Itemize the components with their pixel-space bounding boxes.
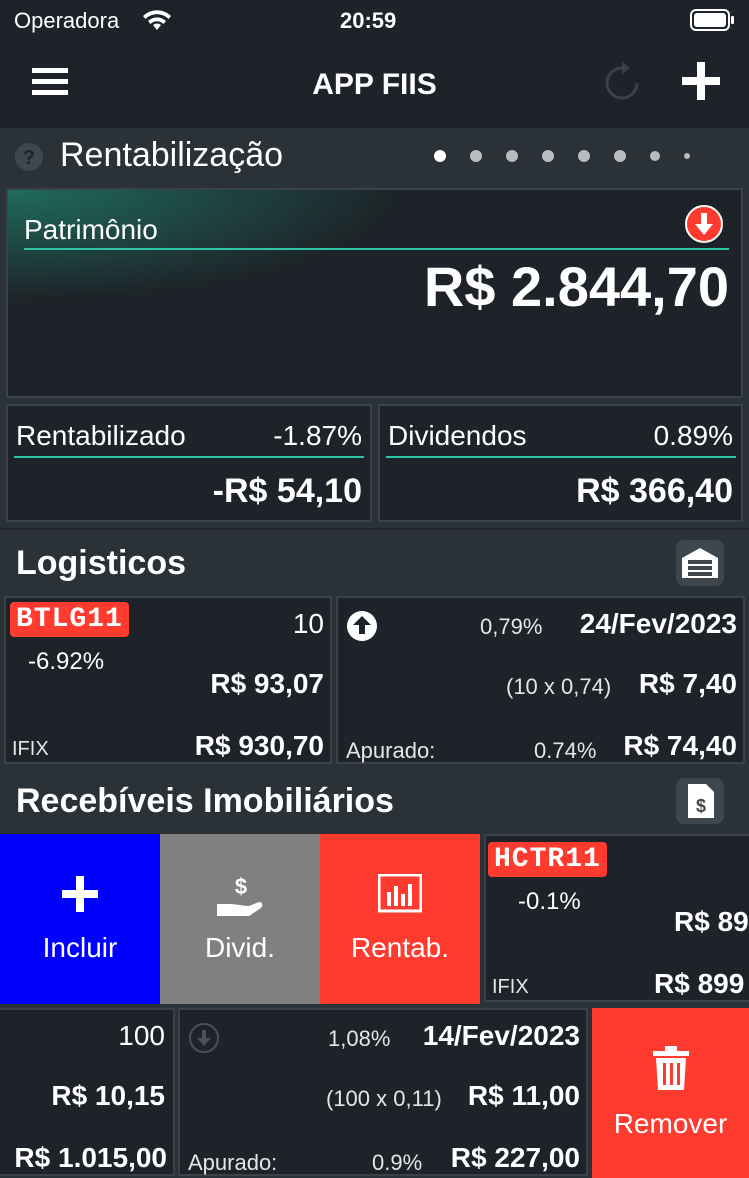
apurado-value: R$ 74,40 xyxy=(623,730,737,761)
arrow-down-icon xyxy=(189,1023,219,1053)
div-date: 24/Fev/2023 xyxy=(579,608,737,639)
page-dot xyxy=(614,150,626,162)
document-money-icon[interactable]: $ xyxy=(676,778,724,824)
quantity: 100 xyxy=(118,1020,165,1051)
status-bar: Operadora 20:59 xyxy=(0,0,749,44)
page-dot xyxy=(470,150,482,162)
dividendos-value: R$ 366,40 xyxy=(576,472,733,510)
btlg11-card[interactable]: BTLG11 10 -6.92% R$ 93,07 IFIX R$ 930,70 xyxy=(4,596,332,764)
div-pct: 0,79% xyxy=(480,614,543,639)
page-dot xyxy=(578,150,590,162)
price: R$ 93,07 xyxy=(210,668,324,699)
plus-icon[interactable] xyxy=(682,62,720,100)
dividendos-card[interactable]: Dividendos 0.89% R$ 366,40 xyxy=(378,404,743,522)
rentab-label: Rentab. xyxy=(350,932,450,963)
index-label: IFIX xyxy=(492,976,529,998)
div-pct: 1,08% xyxy=(328,1026,391,1051)
page-dot xyxy=(650,151,660,161)
arrow-down-icon xyxy=(685,205,723,243)
svg-text:$: $ xyxy=(235,874,247,899)
rentabilizado-value: -R$ 54,10 xyxy=(212,472,362,510)
hctr11-dividend-card[interactable]: 1,08% 14/Fev/2023 (100 x 0,11) R$ 11,00 … xyxy=(178,1008,588,1176)
help-icon[interactable]: ? xyxy=(14,142,44,172)
section-title: Logisticos xyxy=(16,544,187,582)
patrimonio-label: Patrimônio xyxy=(24,214,158,245)
apurado-pct: 0.74% xyxy=(534,738,597,763)
patrimonio-card[interactable]: Patrimônio R$ 2.844,70 xyxy=(6,188,743,398)
dividendos-button[interactable]: $ Divid. xyxy=(160,834,320,1004)
rentabilizado-card[interactable]: Rentabilizado -1.87% -R$ 54,10 xyxy=(6,404,372,522)
rentabilizado-label: Rentabilizado xyxy=(16,420,186,451)
dividendos-pct: 0.89% xyxy=(653,420,733,451)
refresh-icon[interactable] xyxy=(602,60,642,104)
nav-bar: APP FIIS xyxy=(0,44,749,128)
section-title: Recebíveis Imobiliários xyxy=(16,782,394,820)
apurado-pct: 0.9% xyxy=(372,1150,423,1175)
ticker-badge: HCTR11 xyxy=(488,842,607,877)
page-indicator[interactable] xyxy=(434,150,690,162)
btlg11-dividend-card[interactable]: 24/Fev/2023 0,79% (10 x 0,74) R$ 7,40 Ap… xyxy=(336,596,745,764)
rentabilidade-button[interactable]: Rentab. xyxy=(320,834,480,1004)
rentabilizacao-header: ? Rentabilização xyxy=(0,128,749,184)
apurado-value: R$ 227,00 xyxy=(450,1142,580,1173)
recebiveis-header: Recebíveis Imobiliários $ xyxy=(0,768,749,834)
divider xyxy=(24,248,729,250)
price: R$ 10,15 xyxy=(51,1080,165,1111)
total: R$ 1.015,00 xyxy=(14,1142,167,1173)
incluir-button[interactable]: Incluir xyxy=(0,834,160,1004)
div-value: R$ 11,00 xyxy=(467,1080,580,1111)
position-card[interactable]: 100 R$ 10,15 R$ 1.015,00 xyxy=(0,1008,175,1176)
divid-label: Divid. xyxy=(204,932,275,963)
divider xyxy=(386,456,736,458)
section-title: Rentabilização xyxy=(60,136,284,174)
page-dot xyxy=(434,150,446,162)
hand-money-icon: $ xyxy=(217,874,263,916)
incluir-label: Incluir xyxy=(42,932,118,963)
arrow-up-icon xyxy=(347,611,377,641)
page-dot xyxy=(542,150,554,162)
apurado-label: Apurado: xyxy=(188,1150,278,1175)
carrier-label: Operadora xyxy=(14,8,120,33)
ticker-badge: BTLG11 xyxy=(10,602,129,637)
patrimonio-value: R$ 2.844,70 xyxy=(423,255,729,318)
change-pct: -6.92% xyxy=(28,648,105,675)
wifi-icon xyxy=(143,10,171,30)
price: R$ 89 xyxy=(674,906,749,937)
remover-label: Remover xyxy=(613,1108,728,1139)
svg-text:?: ? xyxy=(23,147,35,169)
trash-icon xyxy=(652,1046,689,1090)
battery-icon xyxy=(690,9,734,31)
div-calc: (10 x 0,74) xyxy=(506,674,612,699)
hctr11-card[interactable]: HCTR11 -0.1% R$ 89 IFIX R$ 899 xyxy=(484,834,749,1002)
bar-chart-icon xyxy=(378,874,422,913)
page-dot xyxy=(684,153,690,159)
div-value: R$ 7,40 xyxy=(638,668,737,699)
clock: 20:59 xyxy=(340,8,397,33)
total: R$ 899 xyxy=(654,968,745,999)
dividendos-label: Dividendos xyxy=(388,420,527,451)
warehouse-icon[interactable] xyxy=(676,540,724,586)
divider xyxy=(14,456,364,458)
logisticos-header: Logisticos xyxy=(0,530,749,596)
change-pct: -0.1% xyxy=(518,888,581,915)
apurado-label: Apurado: xyxy=(346,738,436,763)
rentabilizado-pct: -1.87% xyxy=(273,420,362,451)
svg-text:$: $ xyxy=(696,796,706,816)
div-date: 14/Fev/2023 xyxy=(422,1020,580,1051)
remover-button[interactable]: Remover xyxy=(592,1008,749,1178)
div-calc: (100 x 0,11) xyxy=(326,1086,442,1111)
page-dot xyxy=(506,150,518,162)
total: R$ 930,70 xyxy=(194,730,324,761)
index-label: IFIX xyxy=(12,738,49,760)
plus-icon xyxy=(62,876,98,912)
quantity: 10 xyxy=(292,608,324,639)
